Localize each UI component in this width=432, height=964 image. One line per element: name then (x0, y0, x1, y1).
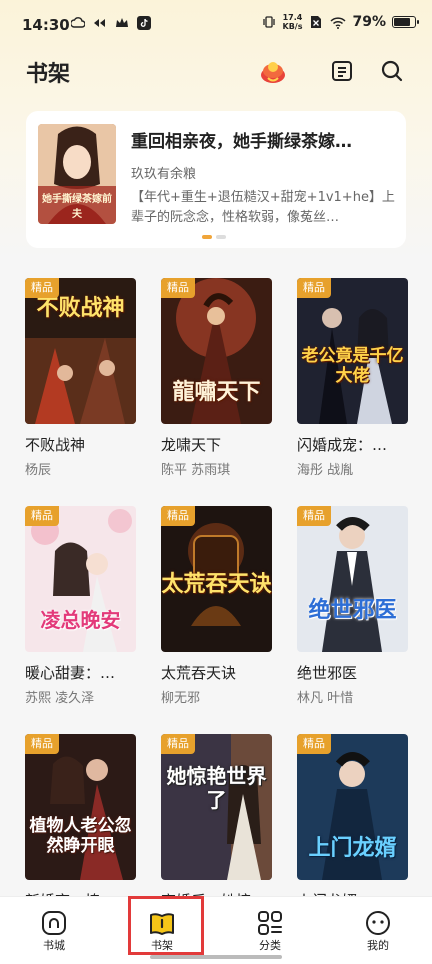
banner-title[interactable]: 重回相亲夜，她手撕绿茶嫁… (131, 127, 399, 152)
banner-book-cover[interactable]: 她手撕绿茶嫁前夫 (38, 124, 116, 224)
premium-tag: 精品 (297, 278, 331, 298)
book-cover[interactable]: 不败战神 精品 (25, 278, 136, 424)
book-cover[interactable]: 她惊艳世界了 精品 (161, 734, 272, 880)
battery-fill (394, 18, 410, 26)
book-cover-title: 她惊艳世界了 (166, 764, 267, 812)
net-speed-value: 17.4 (282, 13, 303, 22)
cloud-icon (70, 15, 86, 31)
pagination-dot-active (202, 235, 212, 239)
book-title[interactable]: 龙啸天下 (161, 434, 272, 455)
nav-tab-bookstore[interactable]: 书城 (0, 897, 108, 964)
pagination-dot (216, 235, 226, 239)
premium-tag: 精品 (161, 278, 195, 298)
nav-label: 我的 (367, 939, 389, 952)
book-cover[interactable]: 植物人老公忽然睁开眼 精品 (25, 734, 136, 880)
vibrate-icon (261, 14, 277, 30)
book-authors: 柳无邪 (161, 691, 201, 706)
search-icon[interactable] (377, 56, 407, 86)
nav-tab-category[interactable]: 分类 (216, 897, 324, 964)
premium-tag: 精品 (25, 734, 59, 754)
book-cover-title: 绝世邪医 (308, 598, 397, 623)
book-title[interactable]: 绝世邪医 (297, 662, 408, 683)
book-cover-title: 龍嘯天下 (172, 380, 261, 405)
category-icon (254, 907, 286, 939)
premium-tag: 精品 (161, 734, 195, 754)
reading-history-icon[interactable] (327, 56, 357, 86)
premium-tag: 精品 (297, 734, 331, 754)
no-sim-icon (308, 14, 324, 30)
banner-author: 玖玖有余粮 (131, 167, 197, 182)
book-title[interactable]: 闪婚成宠：… (297, 434, 408, 455)
book-authors: 海彤 战胤 (297, 463, 354, 478)
banner-pagination (202, 235, 226, 239)
book-cover-title: 上门龙婿 (308, 836, 397, 861)
nav-tab-bookshelf[interactable]: 书架 (108, 897, 216, 964)
book-authors: 杨辰 (25, 463, 52, 478)
premium-tag: 精品 (161, 506, 195, 526)
book-cover[interactable]: 老公竟是千亿大佬 精品 (297, 278, 408, 424)
battery-percent: 79% (352, 14, 386, 30)
home-indicator (150, 955, 282, 959)
recommend-banner[interactable]: 她手撕绿茶嫁前夫 重回相亲夜，她手撕绿茶嫁… 玖玖有余粮 【年代+重生+退伍糙汉… (26, 111, 406, 248)
book-cover-title: 太荒吞天诀 (161, 572, 272, 597)
book-cover-title: 植物人老公忽然睁开眼 (29, 816, 132, 856)
crown-icon (114, 15, 130, 31)
nav-label: 书城 (43, 939, 65, 952)
book-authors: 林凡 叶惜 (297, 691, 354, 706)
home-icon (38, 907, 70, 939)
net-speed-unit: KB/s (282, 22, 303, 31)
book-cover-title: 老公竟是千亿大佬 (301, 346, 404, 386)
banner-cover-title: 她手撕绿茶嫁前夫 (38, 186, 116, 224)
nav-label: 分类 (259, 939, 281, 952)
book-title[interactable]: 太荒吞天诀 (161, 662, 272, 683)
book-authors: 苏熙 凌久泽 (25, 691, 95, 706)
book-cover[interactable]: 龍嘯天下 精品 (161, 278, 272, 424)
bottom-navigation: 书城 书架 分类 我的 (0, 896, 432, 964)
page-header: 书架 (0, 50, 432, 96)
nav-label: 书架 (151, 939, 173, 952)
premium-tag: 精品 (25, 278, 59, 298)
battery-icon (392, 16, 419, 28)
book-cover-title: 凌总晚安 (40, 608, 121, 632)
net-speed: 17.4 KB/s (283, 13, 303, 31)
premium-tag: 精品 (25, 506, 59, 526)
status-bar: 14:30 17.4 KB/s 79% (0, 0, 432, 50)
book-cover[interactable]: 绝世邪医 精品 (297, 506, 408, 652)
notification-icons (70, 15, 152, 31)
status-time: 14:30 (22, 16, 70, 34)
double-arrow-icon (92, 15, 108, 31)
book-authors: 陈平 苏雨琪 (161, 463, 231, 478)
system-status-icons: 17.4 KB/s 79% (261, 13, 419, 31)
nav-tab-profile[interactable]: 我的 (324, 897, 432, 964)
wifi-icon (330, 14, 347, 30)
page-title: 书架 (26, 62, 71, 87)
banner-description: 【年代+重生+退伍糙汉+甜宠+1v1+he】上辈子的阮念念，性格软弱，像菟丝… (131, 190, 395, 225)
bookshelf-icon (146, 907, 178, 939)
premium-tag: 精品 (297, 506, 331, 526)
tiktok-icon (136, 15, 152, 31)
profile-icon (362, 907, 394, 939)
book-cover[interactable]: 上门龙婿 精品 (297, 734, 408, 880)
book-cover[interactable]: 凌总晚安 精品 (25, 506, 136, 652)
book-title[interactable]: 暖心甜妻：… (25, 662, 136, 683)
welfare-gift-icon[interactable] (258, 56, 288, 86)
book-title[interactable]: 不败战神 (25, 434, 136, 455)
book-cover[interactable]: 太荒吞天诀 精品 (161, 506, 272, 652)
